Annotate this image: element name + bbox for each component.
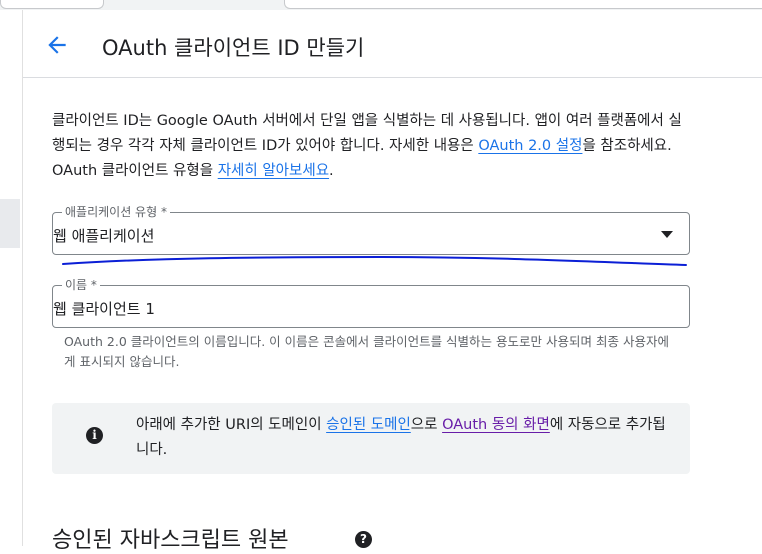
application-type-label: 애플리케이션 유형 * (62, 203, 170, 220)
browser-tab-strip (0, 0, 762, 10)
page-description: 클라이언트 ID는 Google OAuth 서버에서 단일 앱을 식별하는 데… (52, 113, 682, 179)
info-notice: i 아래에 추가한 URI의 도메인이 승인된 도메인으로 OAuth 동의 화… (52, 403, 690, 474)
learn-more-link[interactable]: 자세히 알아보세요 (218, 163, 329, 179)
oauth-setup-link[interactable]: OAuth 2.0 설정 (478, 138, 582, 154)
browser-tab[interactable] (0, 0, 104, 9)
browser-tab[interactable] (284, 0, 762, 9)
dropdown-arrow-icon[interactable] (661, 231, 673, 238)
arrow-back-icon[interactable] (44, 32, 70, 58)
authorized-js-origins-title: 승인된 자바스크립트 원본 (52, 528, 289, 553)
help-icon[interactable]: ? (355, 531, 372, 548)
left-nav-selected-item[interactable] (0, 199, 20, 248)
application-type-select[interactable]: 애플리케이션 유형 * 웹 애플리케이션 (52, 203, 690, 255)
application-type-value: 웹 애플리케이션 (53, 227, 155, 245)
page-header: OAuth 클라이언트 ID 만들기 (23, 10, 762, 78)
client-name-value[interactable]: 웹 클라이언트 1 (53, 298, 155, 319)
authorized-domains-link[interactable]: 승인된 도메인 (326, 417, 411, 433)
client-name-input[interactable]: 이름 * 웹 클라이언트 1 (52, 276, 690, 328)
page-title: OAuth 클라이언트 ID 만들기 (102, 36, 365, 60)
client-name-label: 이름 * (62, 276, 100, 293)
oauth-consent-screen-link[interactable]: OAuth 동의 화면 (442, 417, 550, 433)
client-name-hint: OAuth 2.0 클라이언트의 이름입니다. 이 이름은 콘솔에서 클라이언트… (64, 334, 669, 369)
info-icon: i (86, 427, 103, 444)
left-nav-rail (0, 10, 23, 546)
info-notice-text: 아래에 추가한 URI의 도메인이 승인된 도메인으로 OAuth 동의 화면에… (136, 417, 666, 458)
